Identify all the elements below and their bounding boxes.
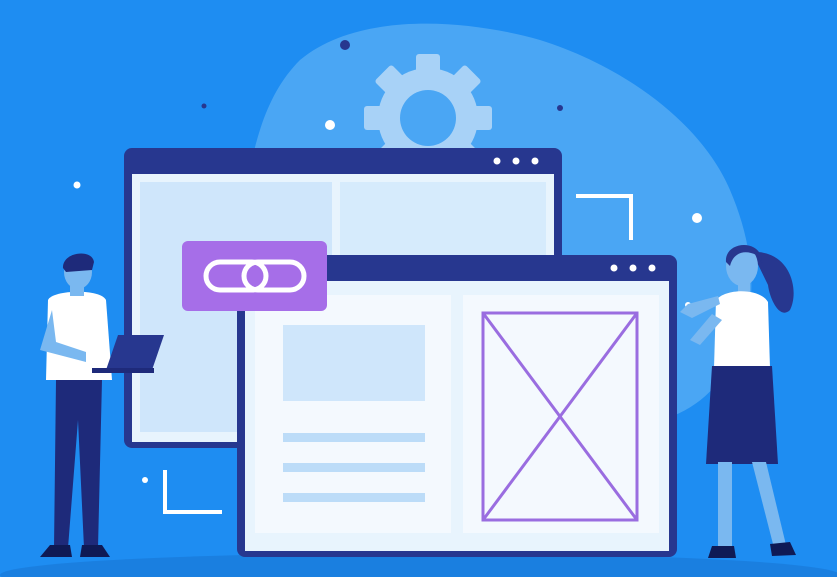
front-window-text-line: [283, 433, 425, 442]
illustration-scene: [0, 0, 837, 577]
window-dot: [493, 157, 501, 165]
front-window-text-line: [283, 493, 425, 502]
front-window-text-line: [283, 463, 425, 472]
window-dot: [629, 264, 637, 272]
window-dot: [531, 157, 539, 165]
front-window-image-block: [283, 325, 425, 401]
window-dot: [512, 157, 520, 165]
illustration-canvas: [0, 0, 837, 577]
window-dot: [648, 264, 656, 272]
window-dot: [610, 264, 618, 272]
link-badge: [182, 241, 327, 311]
